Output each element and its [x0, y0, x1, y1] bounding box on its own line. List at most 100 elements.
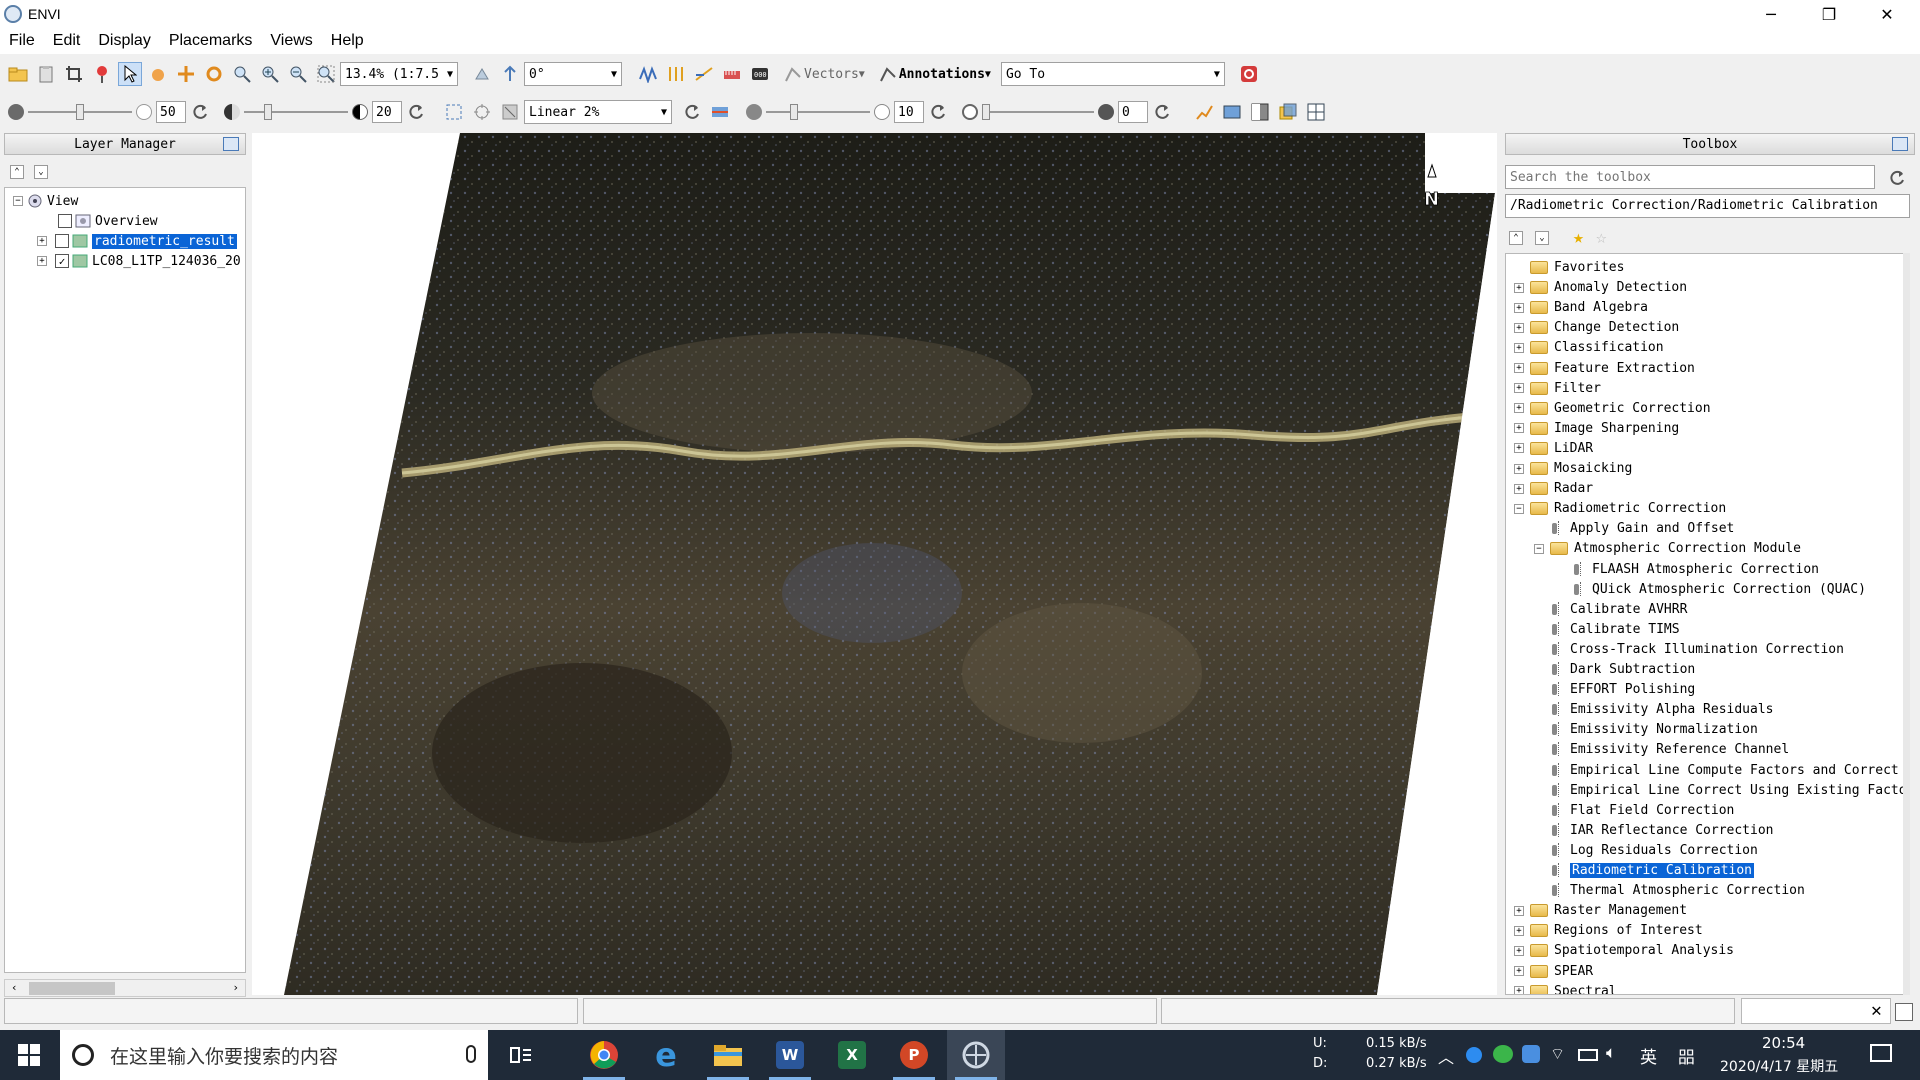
ime-mode-icon[interactable]: 㗊 [1678, 1043, 1695, 1068]
toolbox-tool[interactable]: Apply Gain and Offset [1550, 519, 1734, 538]
expand-icon[interactable]: + [1514, 322, 1524, 333]
toolbox-tool[interactable]: Radiometric Calibration [1550, 861, 1755, 880]
menu-help[interactable]: Help [322, 32, 373, 50]
restore-button[interactable]: ❐ [1800, 0, 1858, 28]
taskbar-edge[interactable]: e [637, 1030, 695, 1080]
toolbox-folder[interactable]: + Image Sharpening [1514, 419, 1679, 438]
toolbox-folder-open[interactable]: − Radiometric Correction [1514, 499, 1726, 518]
annotations-icon[interactable] [879, 65, 897, 83]
reset-icon[interactable] [188, 100, 212, 124]
pin-icon[interactable] [1892, 137, 1908, 151]
select-cursor-icon[interactable] [118, 62, 142, 86]
expand-icon[interactable]: + [1514, 423, 1524, 434]
toolbox-folder[interactable]: + Classification [1514, 338, 1664, 357]
expand-icon[interactable]: + [1514, 282, 1524, 293]
zoom-in-icon[interactable] [258, 62, 282, 86]
add-favorite-star-icon[interactable]: ★ [1573, 227, 1584, 248]
toolbox-folder[interactable]: + Radar [1514, 479, 1593, 498]
layer-checkbox[interactable] [58, 214, 72, 228]
expand-icon[interactable]: + [1514, 483, 1524, 494]
minimize-button[interactable]: ─ [1742, 0, 1800, 28]
toolbox-folder[interactable]: + Geometric Correction [1514, 399, 1711, 418]
toolbox-folder[interactable]: + Spatiotemporal Analysis [1514, 941, 1734, 960]
clock-time[interactable]: 20:54 [1762, 1034, 1805, 1052]
goto-combo[interactable]: Go To ▼ [1000, 62, 1225, 86]
toolbox-tool[interactable]: Emissivity Normalization [1550, 720, 1758, 739]
toolbox-tool[interactable]: Emissivity Alpha Residuals [1550, 700, 1774, 719]
taskbar-powerpoint[interactable]: P [885, 1030, 943, 1080]
menu-views[interactable]: Views [261, 32, 321, 50]
fly-icon[interactable] [174, 62, 198, 86]
reset-icon[interactable] [1150, 100, 1174, 124]
toolbox-folder[interactable]: + Band Algebra [1514, 298, 1648, 317]
tree-node-radiometric-result[interactable]: + radiometric_result [37, 232, 237, 250]
crop-icon[interactable] [62, 62, 86, 86]
expand-icon[interactable]: + [1514, 925, 1524, 936]
battery-icon[interactable] [1578, 1049, 1598, 1061]
image-display-view[interactable]: N [252, 133, 1497, 995]
image-icon[interactable] [1220, 100, 1244, 124]
toolbox-tool[interactable]: Flat Field Correction [1550, 801, 1734, 820]
scroll-left-icon[interactable]: ‹ [11, 981, 18, 994]
taskbar-file-explorer[interactable] [699, 1030, 757, 1080]
horizontal-profile-icon[interactable] [692, 62, 716, 86]
spectral-profile-icon[interactable] [636, 62, 660, 86]
menu-file[interactable]: File [0, 32, 44, 50]
toolbox-tool[interactable]: Cross-Track Illumination Correction [1550, 640, 1844, 659]
taskbar-word[interactable]: W [761, 1030, 819, 1080]
process-manager-icon[interactable] [1895, 1003, 1913, 1021]
toolbox-folder[interactable]: + Raster Management [1514, 901, 1687, 920]
menu-edit[interactable]: Edit [44, 32, 90, 50]
pixel-locator-icon[interactable]: 000 [748, 62, 772, 86]
toolbox-tool[interactable]: Log Residuals Correction [1550, 841, 1758, 860]
toolbox-tool[interactable]: Emissivity Reference Channel [1550, 740, 1789, 759]
transparency-slider[interactable] [982, 100, 1094, 124]
scrollbar-thumb[interactable] [29, 982, 115, 995]
network-icon[interactable]: ⌔ [1550, 1044, 1565, 1064]
brightness-value[interactable]: 50 [156, 101, 186, 123]
collapse-icon[interactable]: − [1534, 543, 1544, 554]
toolbox-tool[interactable]: EFFORT Polishing [1550, 680, 1695, 699]
toolbox-tool[interactable]: QUick Atmospheric Correction (QUAC) [1572, 580, 1866, 599]
layers-icon[interactable] [1276, 100, 1300, 124]
vectors-icon[interactable] [784, 65, 802, 83]
sharpen-slider[interactable] [766, 100, 870, 124]
rotate-left-icon[interactable] [470, 62, 494, 86]
menu-display[interactable]: Display [89, 32, 159, 50]
tree-node-view[interactable]: − View [13, 192, 78, 210]
contrast-value[interactable]: 20 [372, 101, 402, 123]
microphone-icon[interactable] [466, 1045, 476, 1063]
satellite-image[interactable]: N [252, 133, 1497, 995]
taskbar-excel[interactable]: X [823, 1030, 881, 1080]
sharpen-value[interactable]: 10 [894, 101, 924, 123]
expand-icon[interactable]: + [37, 236, 47, 246]
vectors-menu[interactable]: Vectors [804, 67, 859, 82]
tree-node-lc08[interactable]: + ✓ LC08_L1TP_124036_20 [37, 252, 241, 270]
stretch-full-icon[interactable] [442, 100, 466, 124]
tree-node-overview[interactable]: Overview [55, 212, 158, 230]
contrast-slider-thumb[interactable] [264, 104, 272, 120]
zoom-full-extent-icon[interactable] [314, 62, 338, 86]
rotate-right-icon[interactable] [498, 62, 522, 86]
stretch-view-icon[interactable] [470, 100, 494, 124]
brightness-slider-thumb[interactable] [76, 104, 84, 120]
contrast-slider[interactable] [244, 100, 348, 124]
transparency-slider-thumb[interactable] [982, 104, 990, 120]
task-view-button[interactable] [492, 1030, 550, 1080]
expand-icon[interactable]: + [1514, 986, 1524, 994]
bluetooth-icon[interactable] [1522, 1045, 1540, 1063]
annotations-menu[interactable]: Annotations [899, 67, 985, 82]
rotate-icon[interactable] [202, 62, 226, 86]
toolbox-subfolder[interactable]: − Atmospheric Correction Module [1534, 539, 1801, 558]
sharpen-slider-thumb[interactable] [790, 104, 798, 120]
expand-icon[interactable]: + [1514, 966, 1524, 976]
menu-placemarks[interactable]: Placemarks [160, 32, 262, 50]
zoom-combo[interactable]: 13.4% (1:7.5 ▼ [340, 62, 458, 86]
expand-icon[interactable]: + [1514, 363, 1524, 373]
data-manager-icon[interactable] [34, 62, 58, 86]
toolbox-tool[interactable]: FLAASH Atmospheric Correction [1572, 560, 1819, 579]
remove-favorite-star-icon[interactable]: ☆ [1596, 227, 1607, 248]
transparency-value[interactable]: 0 [1118, 101, 1148, 123]
clock-date[interactable]: 2020/4/17 星期五 [1720, 1056, 1838, 1076]
toolbox-tool[interactable]: Calibrate AVHRR [1550, 600, 1687, 619]
